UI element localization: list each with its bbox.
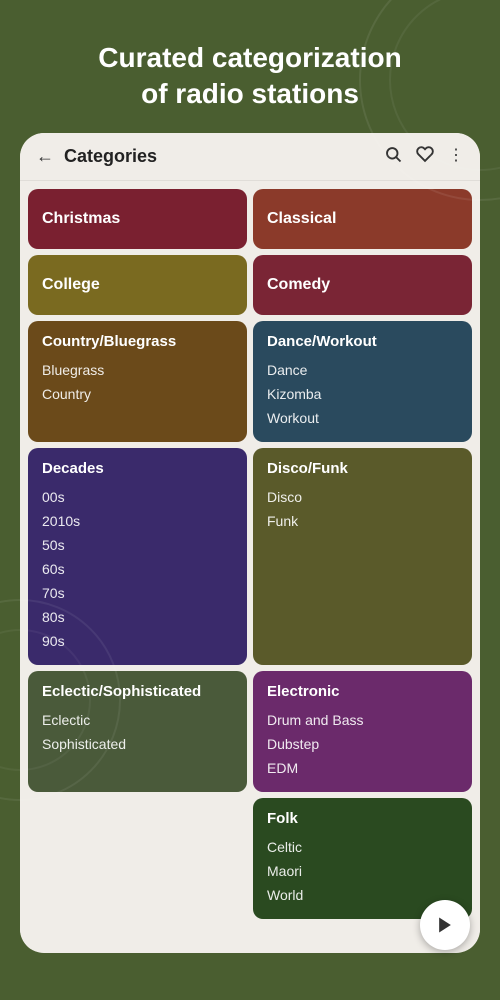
category-dance[interactable]: Dance/Workout Dance Kizomba Workout: [253, 321, 472, 442]
list-item[interactable]: 60s: [42, 557, 233, 581]
list-item[interactable]: Funk: [267, 509, 458, 533]
list-item[interactable]: Celtic: [267, 835, 458, 859]
category-comedy[interactable]: Comedy: [253, 255, 472, 315]
nav-icons: ⋮: [384, 145, 464, 168]
more-icon[interactable]: ⋮: [448, 145, 464, 168]
list-item[interactable]: Disco: [267, 485, 458, 509]
header-section: Curated categorization of radio stations: [0, 0, 500, 133]
list-item[interactable]: Maori: [267, 859, 458, 883]
list-item[interactable]: Country: [42, 382, 233, 406]
category-classical[interactable]: Classical: [253, 189, 472, 249]
list-item[interactable]: Eclectic: [42, 708, 233, 732]
list-item[interactable]: 70s: [42, 581, 233, 605]
phone-container: ← Categories ⋮ Christmas Clas: [20, 133, 480, 953]
scroll-area[interactable]: Christmas Classical College Comedy Count…: [20, 181, 480, 949]
play-fab[interactable]: [420, 900, 470, 950]
phone-nav: ← Categories ⋮: [20, 133, 480, 181]
list-item[interactable]: EDM: [267, 756, 458, 780]
list-item[interactable]: 00s: [42, 485, 233, 509]
list-item[interactable]: Dubstep: [267, 732, 458, 756]
category-electronic[interactable]: Electronic Drum and Bass Dubstep EDM: [253, 671, 472, 792]
list-item[interactable]: Dance: [267, 358, 458, 382]
list-item[interactable]: 80s: [42, 605, 233, 629]
list-item[interactable]: Sophisticated: [42, 732, 233, 756]
list-item[interactable]: World: [267, 883, 458, 907]
category-eclectic[interactable]: Eclectic/Sophisticated Eclectic Sophisti…: [28, 671, 247, 792]
category-christmas[interactable]: Christmas: [28, 189, 247, 249]
list-item[interactable]: Drum and Bass: [267, 708, 458, 732]
header-title: Curated categorization of radio stations: [20, 40, 480, 113]
category-decades[interactable]: Decades 00s 2010s 50s 60s 70s 80s 90s: [28, 448, 247, 665]
nav-title: Categories: [64, 146, 384, 167]
list-item[interactable]: Kizomba: [267, 382, 458, 406]
categories-grid: Christmas Classical College Comedy Count…: [28, 189, 472, 919]
heart-icon[interactable]: [416, 145, 434, 168]
list-item[interactable]: 90s: [42, 629, 233, 653]
list-item[interactable]: 2010s: [42, 509, 233, 533]
list-item[interactable]: Workout: [267, 406, 458, 430]
list-item[interactable]: 50s: [42, 533, 233, 557]
category-country[interactable]: Country/Bluegrass Bluegrass Country: [28, 321, 247, 442]
search-icon[interactable]: [384, 145, 402, 168]
list-item[interactable]: Bluegrass: [42, 358, 233, 382]
category-college[interactable]: College: [28, 255, 247, 315]
category-disco[interactable]: Disco/Funk Disco Funk: [253, 448, 472, 665]
back-button[interactable]: ←: [36, 146, 54, 167]
